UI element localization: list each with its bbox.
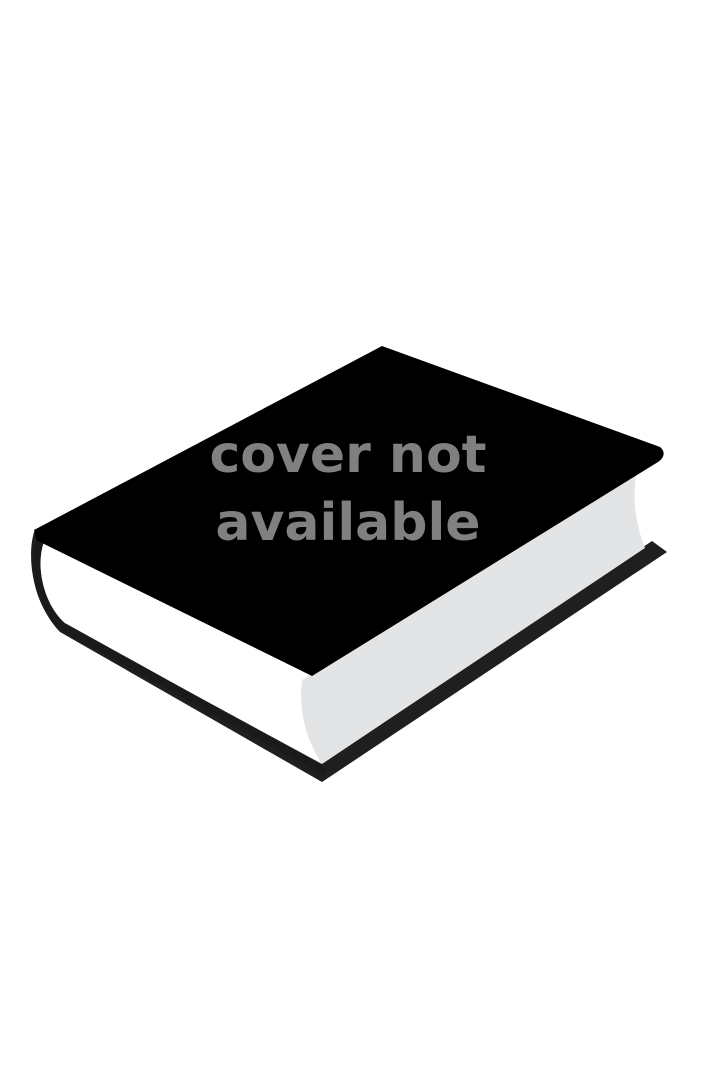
- placeholder-text-line2: available: [215, 493, 480, 553]
- closed-book-icon: cover not available: [31, 346, 668, 782]
- placeholder-text-line1: cover not: [209, 425, 486, 485]
- cover-placeholder: cover not available: [0, 0, 708, 1090]
